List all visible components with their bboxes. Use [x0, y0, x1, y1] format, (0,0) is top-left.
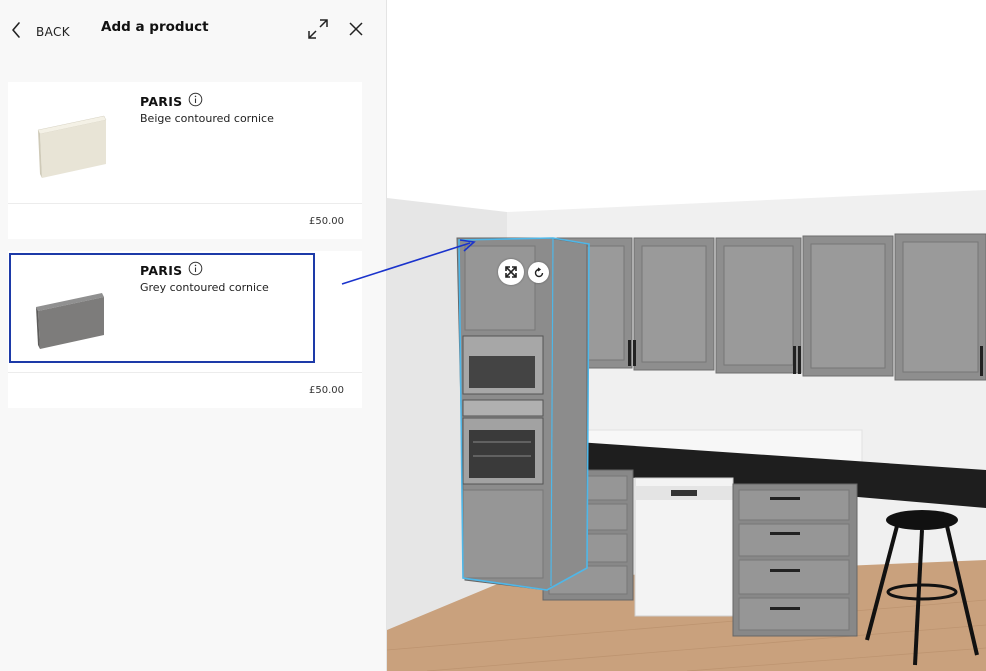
product-card-body: PARIS Beige contoured cornice [8, 82, 362, 204]
product-card-body: PARIS Grey contoured cornice [8, 251, 362, 373]
product-brand: PARIS [140, 263, 183, 278]
expand-button[interactable] [305, 16, 331, 42]
product-image [36, 293, 104, 349]
kitchen-3d-view[interactable] [387, 0, 986, 671]
panel-header: BACK Add a product [0, 0, 386, 58]
resize-icon [505, 266, 517, 278]
product-price: £50.00 [309, 385, 344, 396]
back-button[interactable]: BACK [10, 16, 70, 44]
product-description: Grey contoured cornice [140, 281, 269, 294]
product-card[interactable]: PARIS Grey contoured cornice £50.00 [8, 251, 362, 408]
panel-title: Add a product [101, 19, 209, 35]
close-button[interactable] [344, 17, 368, 41]
back-label: BACK [36, 24, 71, 39]
kitchen-scene-drawing [387, 0, 986, 671]
product-panel: BACK Add a product PARIS Beige contoured… [0, 0, 387, 671]
resize-button[interactable] [498, 259, 524, 285]
info-icon[interactable] [188, 261, 203, 276]
product-card-footer: £50.00 [8, 204, 362, 239]
product-brand: PARIS [140, 94, 183, 109]
info-icon[interactable] [188, 92, 203, 107]
product-image [37, 115, 107, 178]
rotate-button[interactable] [528, 262, 549, 283]
product-card[interactable]: PARIS Beige contoured cornice £50.00 [8, 82, 362, 239]
product-price: £50.00 [309, 216, 344, 227]
chevron-left-icon [12, 22, 20, 38]
close-icon [349, 22, 363, 36]
product-description: Beige contoured cornice [140, 112, 274, 125]
expand-arrows-icon [308, 19, 328, 39]
product-card-footer: £50.00 [8, 373, 362, 408]
rotate-icon [534, 266, 543, 277]
